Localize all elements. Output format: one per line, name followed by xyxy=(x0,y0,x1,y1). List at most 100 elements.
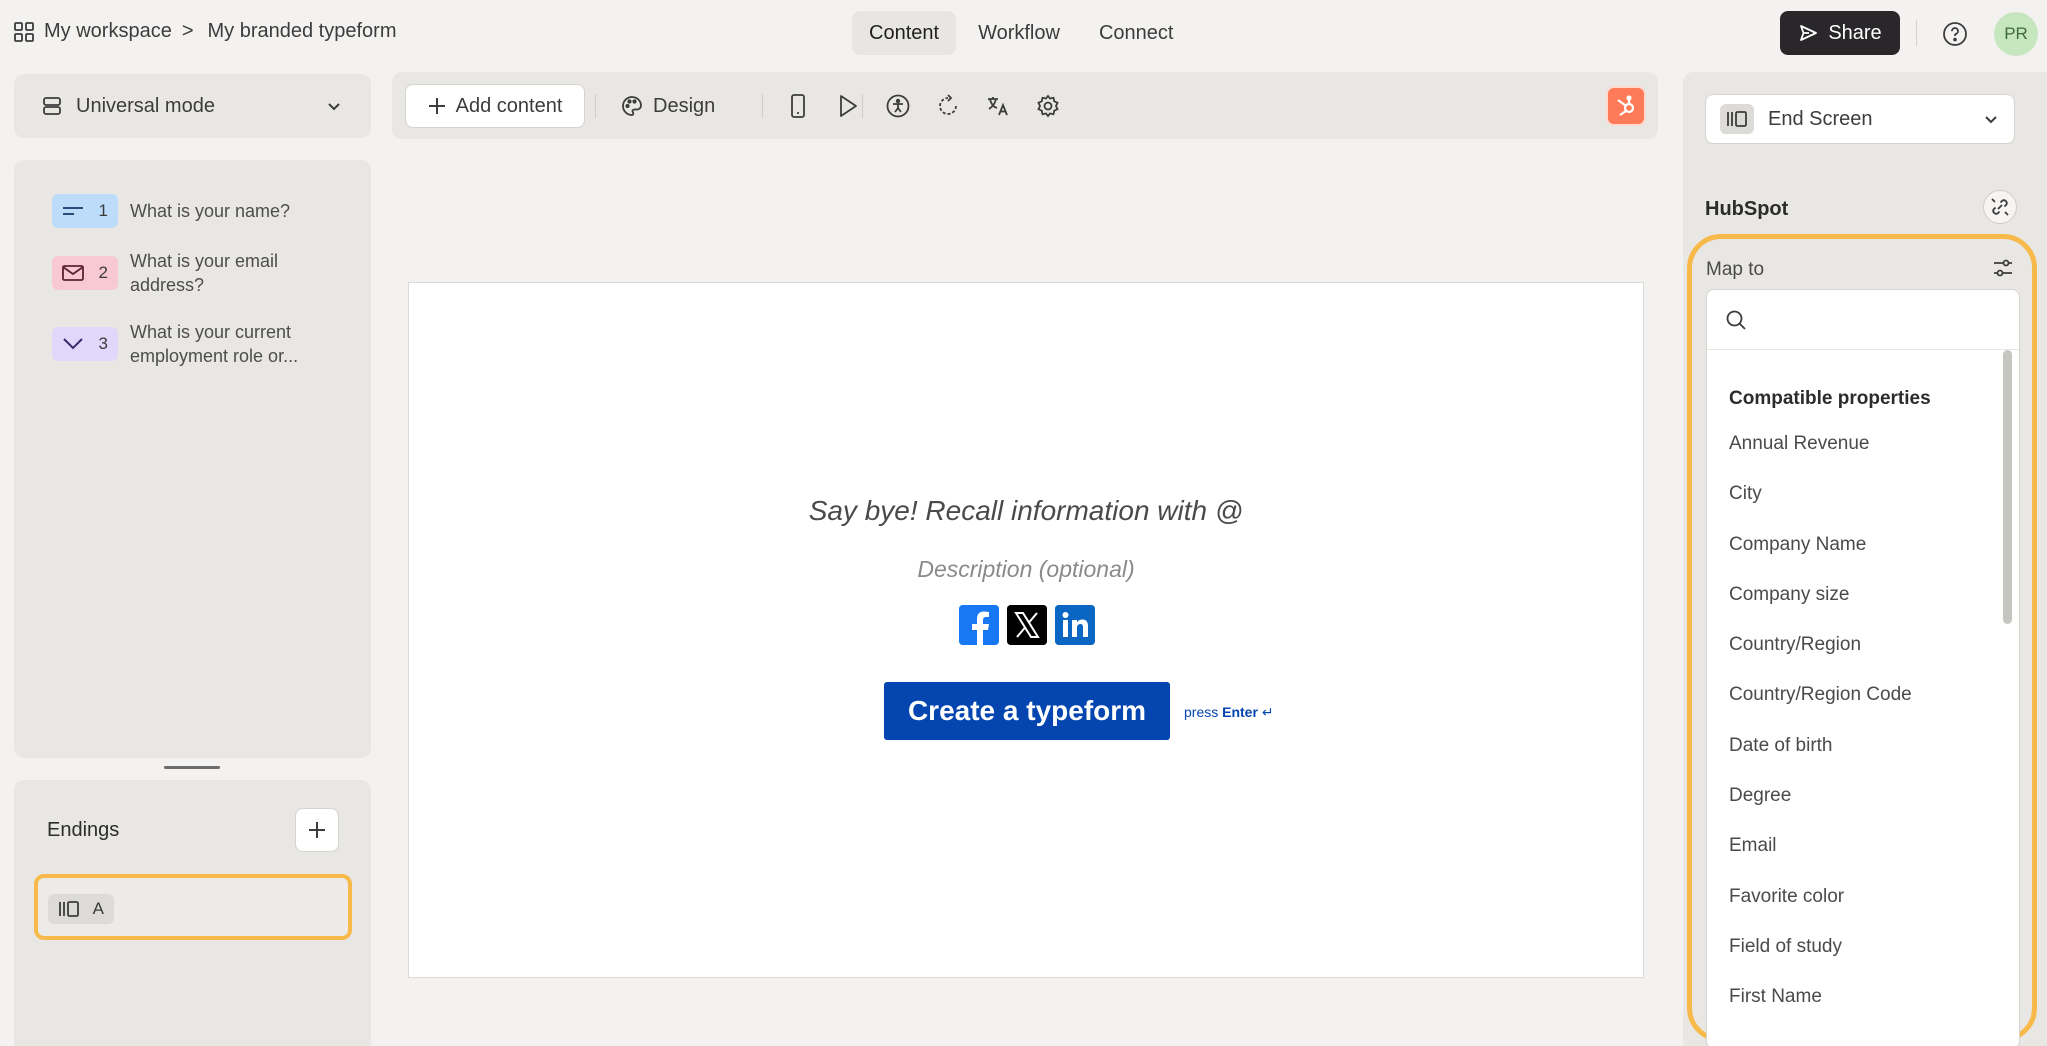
end-screen-canvas: Say bye! Recall information with @ Descr… xyxy=(408,282,1644,978)
end-screen-description[interactable]: Description (optional) xyxy=(409,556,1643,583)
property-option[interactable]: Country/Region Code xyxy=(1729,683,1912,733)
hubspot-button[interactable] xyxy=(1606,86,1646,126)
property-option[interactable]: Favorite color xyxy=(1729,885,1912,935)
main-tabs: Content Workflow Connect xyxy=(852,11,1195,55)
question-list: 1 What is your name? 2 What is your emai… xyxy=(14,160,371,758)
gear-icon[interactable] xyxy=(1034,92,1062,120)
plus-icon xyxy=(428,98,445,114)
ending-badge: A xyxy=(48,894,114,924)
map-to-label: Map to xyxy=(1706,259,1765,280)
facebook-icon[interactable] xyxy=(959,605,999,645)
property-dropdown: Compatible properties Annual Revenue Cit… xyxy=(1706,289,2020,1046)
property-option[interactable]: Company size xyxy=(1729,583,1912,633)
accessibility-icon[interactable] xyxy=(884,92,912,120)
question-item-2[interactable]: 2 What is your email address? xyxy=(52,249,320,297)
short-text-icon xyxy=(63,207,83,215)
tab-connect[interactable]: Connect xyxy=(1082,11,1191,55)
chevron-down-icon xyxy=(328,103,340,111)
property-option[interactable]: City xyxy=(1729,482,1912,532)
play-preview-icon[interactable] xyxy=(834,92,862,120)
translate-icon[interactable] xyxy=(984,92,1012,120)
breadcrumb-workspace[interactable]: My workspace xyxy=(44,20,172,43)
top-bar: My workspace > My branded typeform Conte… xyxy=(0,0,2047,68)
endings-title: Endings xyxy=(47,819,120,841)
settings-panel: End Screen HubSpot Map to Compatible pro… xyxy=(1683,72,2047,1046)
question-number: 1 xyxy=(98,201,108,220)
property-option[interactable]: Field of study xyxy=(1729,935,1912,985)
question-number: 2 xyxy=(98,263,108,282)
toolbar-divider xyxy=(862,94,863,118)
property-option[interactable]: First Name xyxy=(1729,985,1912,1035)
enter-key-icon: ↵ xyxy=(1261,704,1274,720)
end-screen-icon xyxy=(59,901,79,917)
layers-icon xyxy=(43,97,61,115)
question-number: 3 xyxy=(98,334,108,353)
x-icon[interactable] xyxy=(1007,605,1047,645)
question-item-3[interactable]: 3 What is your current employment role o… xyxy=(52,320,320,368)
end-screen-title[interactable]: Say bye! Recall information with @ xyxy=(409,495,1643,527)
sliders-icon[interactable] xyxy=(1992,257,2014,279)
press-enter-hint: press Enter ↵ xyxy=(1184,704,1274,721)
screen-type-select[interactable]: End Screen xyxy=(1705,94,2015,144)
integration-title: HubSpot xyxy=(1705,198,1789,220)
apps-grid-icon[interactable] xyxy=(14,21,34,42)
ending-item-a[interactable]: A xyxy=(34,874,352,940)
add-content-label: Add content xyxy=(455,94,563,117)
tab-content[interactable]: Content xyxy=(852,11,957,55)
mode-label: Universal mode xyxy=(76,94,215,117)
toolbar-divider xyxy=(762,94,763,118)
property-search-input[interactable] xyxy=(1757,309,1997,330)
create-typeform-button[interactable]: Create a typeform xyxy=(884,682,1170,740)
question-badge: 1 xyxy=(52,194,118,228)
property-option[interactable]: Date of birth xyxy=(1729,734,1912,784)
end-screen-icon xyxy=(1727,111,1747,127)
breadcrumb-form-name[interactable]: My branded typeform xyxy=(208,20,397,43)
endings-panel: Endings A xyxy=(14,780,371,1046)
design-label: Design xyxy=(653,94,716,117)
panel-resize-handle[interactable] xyxy=(164,766,220,769)
press-hint-text: press xyxy=(1184,704,1219,720)
add-ending-button[interactable] xyxy=(295,808,339,852)
property-option[interactable]: Country/Region xyxy=(1729,633,1912,683)
dropdown-scrollbar[interactable] xyxy=(2003,350,2012,624)
unlink-button[interactable] xyxy=(1983,190,2017,224)
question-badge: 3 xyxy=(52,327,118,361)
ending-letter: A xyxy=(92,899,104,918)
map-to-section: Map to Compatible properties Annual Reve… xyxy=(1687,234,2037,1046)
question-badge: 2 xyxy=(52,256,118,290)
linkedin-icon[interactable] xyxy=(1055,605,1095,645)
dropdown-icon xyxy=(63,338,83,350)
design-button[interactable]: Design xyxy=(621,84,715,128)
plus-icon xyxy=(309,822,325,838)
tab-workflow[interactable]: Workflow xyxy=(961,11,1077,55)
search-icon xyxy=(1726,310,1746,330)
property-list: Annual Revenue City Company Name Company… xyxy=(1729,432,1912,1036)
breadcrumb-separator: > xyxy=(181,20,194,42)
hubspot-icon xyxy=(1617,95,1635,116)
question-item-1[interactable]: 1 What is your name? xyxy=(52,194,320,228)
palette-icon xyxy=(622,96,642,116)
breadcrumb: My workspace > My branded typeform xyxy=(14,20,396,43)
mobile-preview-icon[interactable] xyxy=(784,92,812,120)
question-text: What is your current employment role or.… xyxy=(130,322,299,366)
property-option[interactable]: Email xyxy=(1729,834,1912,884)
toolbar-divider xyxy=(595,94,596,118)
mode-selector[interactable]: Universal mode xyxy=(14,74,371,138)
question-text: What is your name? xyxy=(130,201,291,221)
property-search-row xyxy=(1707,290,2019,350)
screen-type-label: End Screen xyxy=(1768,107,1873,130)
property-option[interactable]: Degree xyxy=(1729,784,1912,834)
unlink-icon xyxy=(1991,198,2009,216)
email-icon xyxy=(62,265,84,281)
editor-toolbar: Add content Design xyxy=(392,72,1658,139)
help-icon[interactable] xyxy=(1942,21,1968,47)
property-option[interactable]: Annual Revenue xyxy=(1729,432,1912,482)
avatar[interactable]: PR xyxy=(1994,12,2038,56)
social-share-icons xyxy=(959,605,1103,645)
add-content-button[interactable]: Add content xyxy=(405,84,585,128)
end-screen-icon-box xyxy=(1720,104,1754,134)
property-option[interactable]: Company Name xyxy=(1729,533,1912,583)
refresh-logic-icon[interactable] xyxy=(934,92,962,120)
share-button[interactable]: Share xyxy=(1780,11,1900,55)
compatible-properties-title: Compatible properties xyxy=(1729,388,1931,409)
